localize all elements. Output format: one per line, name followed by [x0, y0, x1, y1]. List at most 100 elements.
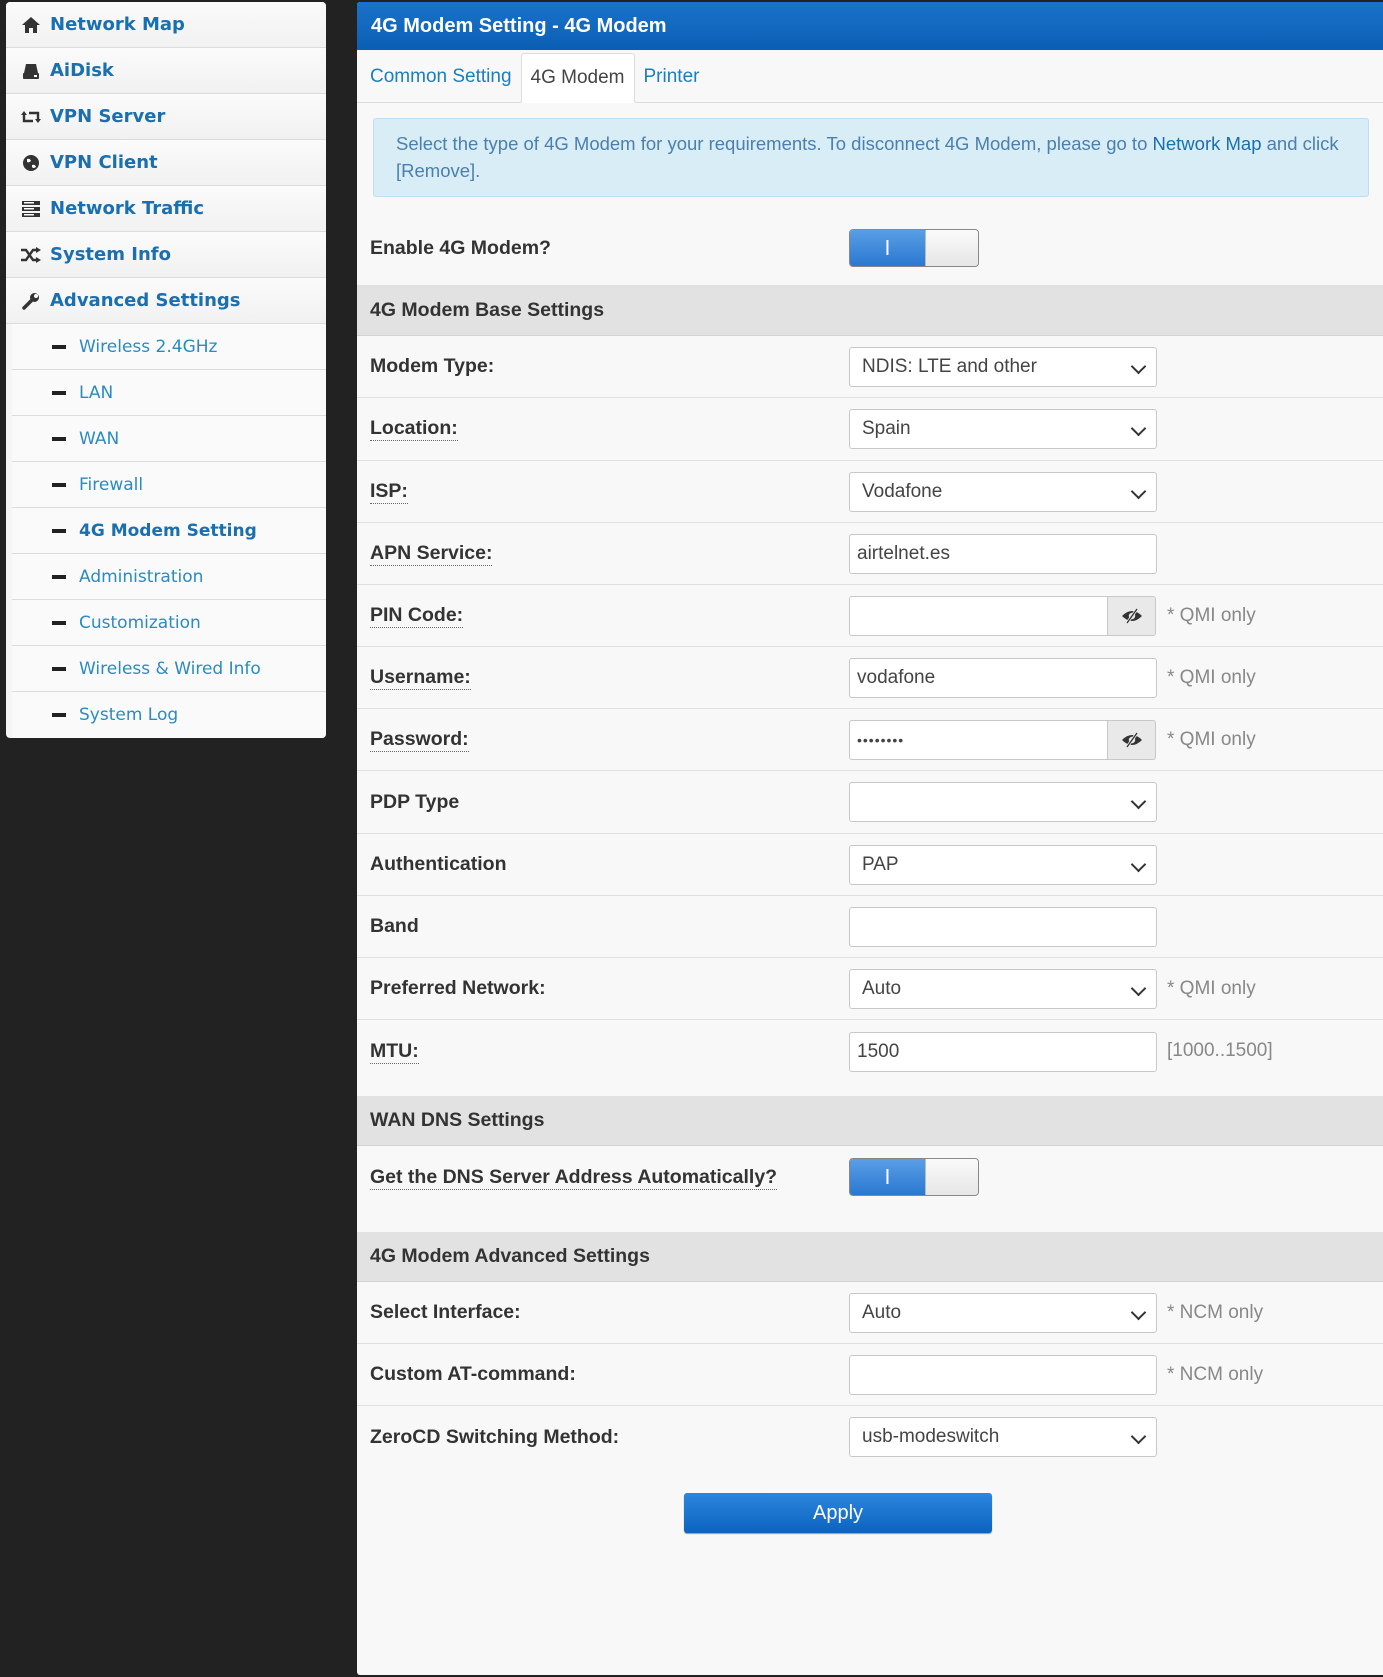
band-label: Band: [370, 915, 419, 937]
eye-slash-icon: [1121, 607, 1142, 624]
preferred-network-select[interactable]: Auto: [849, 968, 1157, 1009]
username-input[interactable]: vodafone: [849, 657, 1157, 698]
mtu-label: MTU:: [370, 1040, 419, 1064]
chevron-down-icon: [1130, 980, 1147, 996]
sidebar-subitem-label: System Log: [79, 705, 179, 725]
enable-4g-toggle[interactable]: I: [849, 229, 979, 267]
band-input[interactable]: [849, 906, 1157, 947]
dash-icon: [52, 390, 66, 395]
sidebar-subitem-label: Firewall: [79, 474, 144, 495]
sidebar-subitem-firewall[interactable]: Firewall: [12, 462, 326, 508]
password-row: Password: •••••••• * QMI only: [357, 709, 1383, 771]
show-password-button[interactable]: [1108, 719, 1156, 760]
auto-dns-toggle[interactable]: I: [849, 1158, 979, 1196]
tab-4g-modem[interactable]: 4G Modem: [520, 53, 635, 103]
sidebar-subitem-administration[interactable]: Administration: [12, 554, 326, 600]
pin-label: PIN Code:: [370, 603, 464, 628]
chevron-down-icon: [1130, 483, 1147, 499]
sidebar-subitem-label: Customization: [79, 612, 201, 633]
sidebar-item-label: VPN Client: [50, 152, 158, 173]
mtu-input[interactable]: 1500: [849, 1032, 1157, 1072]
isp-label: ISP:: [370, 479, 408, 504]
location-row: Location: Spain: [357, 398, 1383, 461]
authentication-select[interactable]: PAP: [849, 844, 1157, 885]
sidebar-subitem-label: Administration: [79, 566, 204, 587]
select-interface-select[interactable]: Auto: [849, 1292, 1157, 1333]
pdp-type-select[interactable]: [849, 782, 1157, 822]
isp-select[interactable]: Vodafone: [849, 471, 1157, 512]
enable-4g-row: Enable 4G Modem? I: [357, 211, 1383, 286]
sidebar-subitem-customization[interactable]: Customization: [12, 600, 326, 646]
tab-common-setting[interactable]: Common Setting: [361, 52, 521, 102]
apply-button[interactable]: Apply: [684, 1493, 992, 1533]
sidebar-item-network-map[interactable]: Network Map: [6, 2, 326, 48]
sidebar-item-label: VPN Server: [50, 106, 166, 127]
pdp-type-row: PDP Type: [357, 771, 1383, 834]
sidebar-menu: Network Map AiDisk VPN Server VPN Client…: [6, 2, 326, 738]
sidebar-item-system-info[interactable]: System Info: [6, 232, 326, 278]
dash-icon: [52, 713, 66, 717]
info-alert: Select the type of 4G Modem for your req…: [373, 118, 1369, 197]
select-value: PAP: [862, 853, 899, 875]
username-hint: * QMI only: [1167, 666, 1256, 688]
show-pin-button[interactable]: [1108, 595, 1156, 636]
chevron-down-icon: [1130, 1304, 1147, 1320]
at-command-label: Custom AT-command:: [370, 1363, 576, 1385]
pin-input-group: [849, 595, 1156, 636]
shuffle-icon: [20, 244, 42, 266]
sidebar-subitem-label: WAN: [79, 428, 120, 449]
sidebar-subitem-label: 4G Modem Setting: [79, 520, 257, 541]
advanced-settings-header: 4G Modem Advanced Settings: [357, 1232, 1383, 1282]
select-interface-row: Select Interface: Auto * NCM only: [357, 1282, 1383, 1344]
auto-dns-label: Get the DNS Server Address Automatically…: [370, 1166, 778, 1190]
sidebar-subitem-lan[interactable]: LAN: [12, 370, 326, 416]
select-interface-label: Select Interface:: [370, 1301, 521, 1323]
sidebar-item-label: Advanced Settings: [50, 290, 241, 311]
sidebar-subitem-wireless[interactable]: Wireless 2.4GHz: [12, 324, 326, 370]
sidebar-subitem-wireless-wired-info[interactable]: Wireless & Wired Info: [12, 646, 326, 692]
password-label: Password:: [370, 727, 469, 752]
chevron-down-icon: [1130, 856, 1147, 872]
sidebar-subitem-wan[interactable]: WAN: [12, 416, 326, 462]
preferred-network-row: Preferred Network: Auto * QMI only: [357, 958, 1383, 1020]
select-value: usb-modeswitch: [862, 1426, 1000, 1447]
wrench-icon: [20, 290, 42, 312]
sidebar-item-vpn-server[interactable]: VPN Server: [6, 94, 326, 140]
select-value: Vodafone: [862, 480, 943, 502]
sidebar-item-vpn-client[interactable]: VPN Client: [6, 140, 326, 186]
sidebar-item-label: Network Traffic: [50, 198, 205, 219]
at-command-input[interactable]: [849, 1354, 1157, 1395]
sidebar-item-advanced-settings[interactable]: Advanced Settings: [6, 278, 326, 324]
select-interface-hint: * NCM only: [1167, 1301, 1264, 1323]
sidebar-subitem-4g-modem-setting[interactable]: 4G Modem Setting: [12, 508, 326, 554]
password-hint: * QMI only: [1167, 728, 1256, 750]
network-map-link[interactable]: Network Map: [1153, 133, 1262, 154]
at-command-hint: * NCM only: [1167, 1363, 1264, 1385]
zerocd-label: ZeroCD Switching Method:: [370, 1425, 620, 1448]
password-input-group: ••••••••: [849, 719, 1156, 760]
preferred-network-hint: * QMI only: [1167, 977, 1256, 999]
apn-label: APN Service:: [370, 541, 493, 566]
sidebar-item-label: Network Map: [50, 14, 185, 35]
location-select[interactable]: Spain: [849, 409, 1157, 449]
zerocd-select[interactable]: usb-modeswitch: [849, 1417, 1157, 1457]
sidebar-item-label: AiDisk: [50, 60, 114, 81]
sidebar-subitem-system-log[interactable]: System Log: [12, 692, 326, 738]
modem-type-select[interactable]: NDIS: LTE and other: [849, 346, 1157, 387]
tab-bar: Common Setting 4G Modem Printer: [357, 50, 1383, 103]
apn-input[interactable]: airtelnet.es: [849, 533, 1157, 574]
username-label: Username:: [370, 665, 471, 690]
password-input[interactable]: ••••••••: [849, 719, 1108, 760]
pin-row: PIN Code: * QMI only: [357, 585, 1383, 647]
enable-4g-label: Enable 4G Modem?: [370, 236, 551, 259]
sidebar-item-aidisk[interactable]: AiDisk: [6, 48, 326, 94]
sidebar-item-network-traffic[interactable]: Network Traffic: [6, 186, 326, 232]
location-label: Location:: [370, 417, 458, 441]
username-row: Username: vodafone * QMI only: [357, 647, 1383, 709]
chevron-down-icon: [1130, 358, 1147, 374]
pin-input[interactable]: [849, 595, 1108, 636]
tab-printer[interactable]: Printer: [635, 52, 709, 102]
retweet-icon: [20, 106, 42, 128]
dns-settings-header: WAN DNS Settings: [357, 1096, 1383, 1146]
dash-icon: [52, 436, 66, 441]
